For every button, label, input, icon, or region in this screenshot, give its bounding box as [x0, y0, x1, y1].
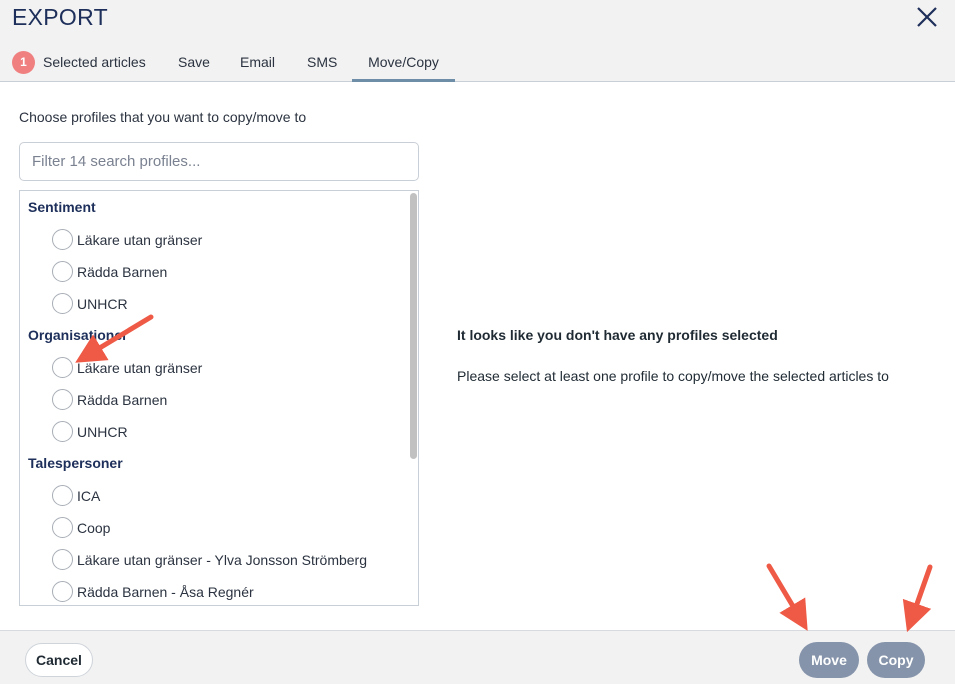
profile-label: ICA [77, 488, 101, 504]
profile-label: Läkare utan gränser [77, 232, 203, 248]
profile-label: UNHCR [77, 296, 128, 312]
list-scrollbar[interactable] [410, 193, 417, 459]
tab-label: SMS [307, 54, 338, 70]
move-button[interactable]: Move [799, 642, 859, 678]
dialog-footer: Cancel Move Copy [0, 630, 955, 684]
dialog-header: EXPORT [0, 0, 955, 42]
tab-selected-articles[interactable]: 1 Selected articles [10, 42, 156, 82]
radio-button[interactable] [52, 293, 73, 314]
tab-bar: 1 Selected articles Save Email SMS Move/… [0, 42, 955, 82]
instructions-text: Choose profiles that you want to copy/mo… [19, 109, 307, 125]
radio-button[interactable] [52, 357, 73, 378]
tab-sms[interactable]: SMS [307, 42, 337, 82]
close-icon [917, 7, 937, 27]
tab-label: Save [178, 54, 210, 70]
close-button[interactable] [912, 4, 942, 30]
empty-selection-title: It looks like you don't have any profile… [457, 327, 778, 343]
group-title-talespersoner: Talespersoner [28, 455, 123, 471]
tab-email[interactable]: Email [240, 42, 275, 82]
dialog-title: EXPORT [12, 4, 108, 30]
radio-button[interactable] [52, 261, 73, 282]
profile-label: Coop [77, 520, 111, 536]
tab-label: Move/Copy [368, 54, 439, 70]
tab-label: Selected articles [43, 54, 146, 70]
arrow-to-move-icon [766, 563, 808, 631]
profile-label: Läkare utan gränser [77, 360, 203, 376]
profile-label: UNHCR [77, 424, 128, 440]
profile-label: Rädda Barnen [77, 392, 168, 408]
profile-label: Rädda Barnen - Åsa Regnér [77, 584, 254, 600]
group-title-sentiment: Sentiment [28, 199, 96, 215]
radio-button[interactable] [52, 485, 73, 506]
empty-selection-message: Please select at least one profile to co… [457, 368, 889, 384]
tab-label: Email [240, 54, 276, 70]
arrow-to-copy-icon [902, 564, 933, 633]
radio-button[interactable] [52, 549, 73, 570]
radio-button[interactable] [52, 581, 73, 602]
profile-filter-input[interactable] [19, 142, 419, 181]
tab-save[interactable]: Save [178, 42, 210, 82]
copy-button[interactable]: Copy [867, 642, 925, 678]
tab-move-copy[interactable]: Move/Copy [352, 42, 455, 82]
radio-button[interactable] [52, 421, 73, 442]
radio-button[interactable] [52, 517, 73, 538]
cancel-button[interactable]: Cancel [25, 643, 93, 677]
radio-button[interactable] [52, 389, 73, 410]
group-title-organisationer: Organisationer [28, 327, 128, 343]
radio-button[interactable] [52, 229, 73, 250]
profile-label: Läkare utan gränser - Ylva Jonsson Ström… [77, 552, 368, 568]
profile-label: Rädda Barnen [77, 264, 168, 280]
profile-list[interactable]: Sentiment Läkare utan gränser Rädda Barn… [19, 190, 419, 606]
step-badge: 1 [12, 51, 35, 74]
